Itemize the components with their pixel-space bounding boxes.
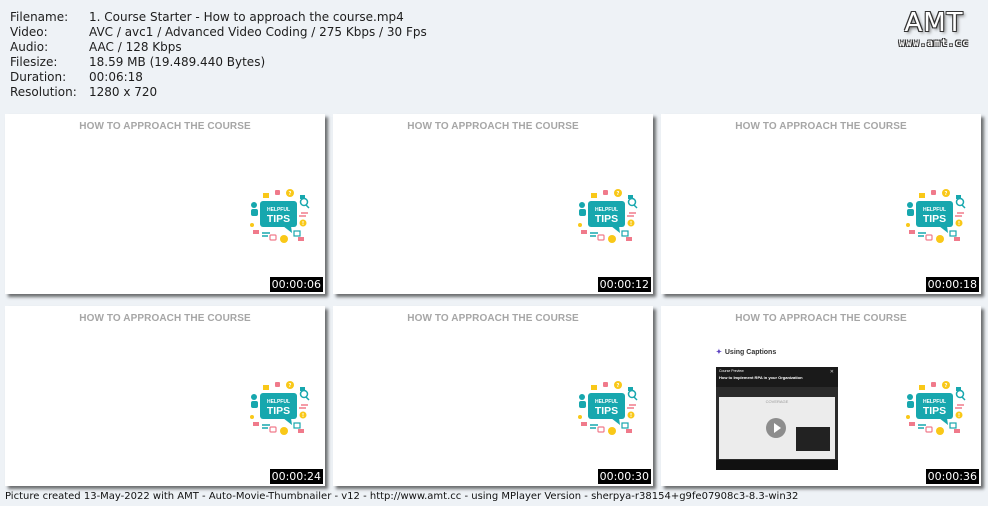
- file-info: Filename: 1. Course Starter - How to appr…: [10, 10, 427, 100]
- meta-row-audio: Audio: AAC / 128 Kbps: [10, 40, 182, 54]
- timestamp: 00:00:06: [269, 277, 323, 292]
- logo-main: AMT: [904, 8, 964, 38]
- meta-row-filename: Filename: 1. Course Starter - How to appr…: [10, 10, 404, 24]
- play-icon: [766, 418, 786, 438]
- logo-url: www.amt.cc: [898, 38, 970, 49]
- thumbnail-5: HOW TO APPROACH THE COURSE 00:00:30: [333, 306, 653, 486]
- close-icon: ✕: [829, 369, 834, 375]
- helpful-tips-icon: [576, 187, 638, 245]
- thumbnail-4: HOW TO APPROACH THE COURSE 00:00:24: [5, 306, 325, 486]
- captions-menu: [796, 427, 830, 451]
- thumbnail-title: HOW TO APPROACH THE COURSE: [407, 121, 579, 132]
- player-controls-bar: [716, 460, 838, 470]
- helpful-tips-icon: [248, 379, 310, 437]
- timestamp: 00:00:36: [925, 469, 979, 484]
- helpful-tips-icon: [904, 379, 966, 437]
- timestamp: 00:00:12: [597, 277, 651, 292]
- timestamp: 00:00:18: [925, 277, 979, 292]
- thumbnail-title: HOW TO APPROACH THE COURSE: [735, 313, 907, 324]
- footer-credit: Picture created 13-May-2022 with AMT - A…: [5, 491, 799, 502]
- meta-row-filesize: Filesize: 18.59 MB (19.489.440 Bytes): [10, 55, 266, 69]
- amt-logo: AMT www.amt.cc: [892, 8, 976, 49]
- course-title: How to Implement RPA in your Organizatio…: [719, 375, 803, 380]
- thumbnail-1: HOW TO APPROACH THE COURSE 00:00:06: [5, 114, 325, 294]
- thumbnail-title: HOW TO APPROACH THE COURSE: [407, 313, 579, 324]
- timestamp: 00:00:30: [597, 469, 651, 484]
- sparkle-icon: ✦: [716, 349, 722, 356]
- course-preview-player: Course Preview How to Implement RPA in y…: [716, 367, 838, 470]
- preview-label: Course Preview: [719, 369, 744, 373]
- helpful-tips-icon: [248, 187, 310, 245]
- thumbnail-title: HOW TO APPROACH THE COURSE: [735, 121, 907, 132]
- thumbnail-3: HOW TO APPROACH THE COURSE 00:00:18: [661, 114, 981, 294]
- thumbnail-6: HOW TO APPROACH THE COURSE ✦ Using Captio…: [661, 306, 981, 486]
- meta-row-duration: Duration: 00:06:18: [10, 70, 143, 84]
- meta-row-resolution: Resolution: 1280 x 720: [10, 85, 158, 99]
- timestamp: 00:00:24: [269, 469, 323, 484]
- thumbnail-2: HOW TO APPROACH THE COURSE 00:00:12: [333, 114, 653, 294]
- video-label: COVERAGE: [765, 399, 789, 404]
- thumbnail-title: HOW TO APPROACH THE COURSE: [79, 313, 251, 324]
- captions-heading: ✦ Using Captions: [716, 349, 777, 356]
- helpful-tips-icon: [904, 187, 966, 245]
- helpful-tips-icon: [576, 379, 638, 437]
- player-header: Course Preview How to Implement RPA in y…: [716, 367, 838, 387]
- thumbnail-title: HOW TO APPROACH THE COURSE: [79, 121, 251, 132]
- meta-row-video: Video: AVC / avc1 / Advanced Video Coding…: [10, 25, 427, 39]
